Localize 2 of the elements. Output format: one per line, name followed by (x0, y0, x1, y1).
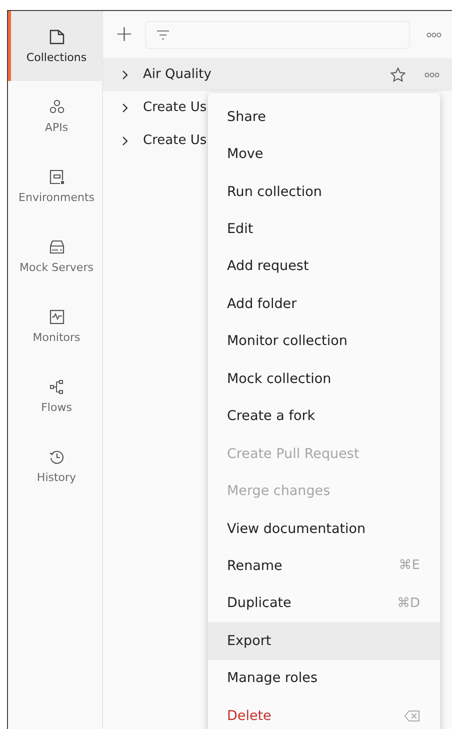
shortcut-label: ⌘E (398, 558, 420, 574)
shortcut-label: ⌘D (396, 596, 420, 611)
